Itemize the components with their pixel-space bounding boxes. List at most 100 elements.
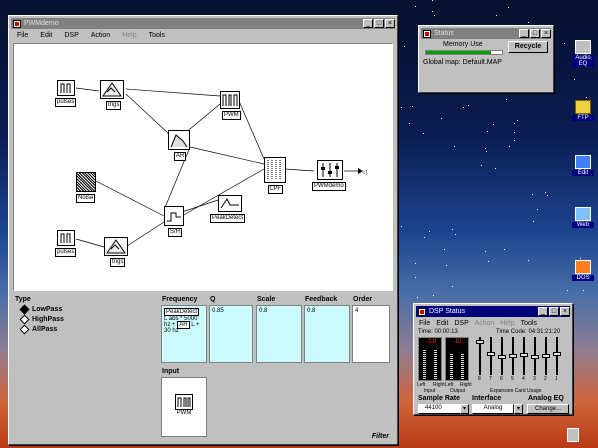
node-label: PWM	[222, 111, 241, 120]
interface-value: Analog	[483, 405, 503, 411]
scale-field[interactable]: 0.8	[256, 305, 302, 363]
expansion-card-usage: 8 7 6 5 4 3 2 1	[475, 337, 567, 382]
menu-edit[interactable]: Edit	[433, 320, 451, 327]
desktop-icon-audio-eq[interactable]: Audio EQ	[572, 40, 594, 67]
node-label: pulses	[55, 248, 77, 257]
main-window-titlebar[interactable]: PWMdemo _ □ ×	[11, 18, 395, 29]
node-ar[interactable]	[168, 130, 190, 150]
output-right-bar	[461, 353, 464, 379]
output-peak-readout: -10.	[452, 339, 464, 345]
card-usage-knob	[520, 353, 528, 357]
radio-allpass[interactable]: AllPass	[19, 324, 64, 335]
pulse-icon	[60, 83, 71, 93]
maximize-button[interactable]: □	[374, 19, 384, 28]
menu-help[interactable]: Help	[116, 32, 142, 39]
frequency-field[interactable]: PeakDetect L abs * 5000 hz + AR L + 30 h…	[161, 305, 207, 363]
recycle-button[interactable]: Recycle	[508, 41, 548, 53]
close-button[interactable]: ×	[385, 19, 395, 28]
minimize-button[interactable]: _	[519, 29, 529, 38]
node-pwm[interactable]	[220, 91, 240, 109]
interface-dropdown-icon[interactable]: ▾	[514, 404, 523, 414]
dos-icon	[575, 260, 591, 274]
card-number-label: 7	[489, 376, 492, 382]
filter-inspector: Type LowPass HighPass AllPass Frequency …	[13, 294, 393, 442]
card-usage-knob	[553, 352, 561, 356]
feedback-field[interactable]: 0.8	[304, 305, 350, 363]
interface-label: Interface	[472, 395, 502, 402]
type-label: Type	[15, 296, 31, 303]
peak-icon	[220, 198, 239, 209]
input-right-bar	[434, 349, 437, 379]
dsp-titlebar[interactable]: DSP Status _ □ ×	[416, 306, 570, 317]
change-button[interactable]: Change...	[527, 404, 569, 414]
dsp-status-window: DSP Status _ □ × File Edit DSP Action He…	[413, 303, 573, 415]
scale-label: Scale	[257, 296, 276, 303]
input-peak-readout: -3.8	[425, 339, 437, 345]
node-label: trigs	[110, 258, 126, 267]
global-map-text: Global map: Default.MAP	[423, 59, 502, 66]
minimize-button[interactable]: _	[363, 19, 373, 28]
dsp-menubar: File Edit DSP Action Help Tools	[416, 318, 570, 329]
node-label: S/H	[168, 228, 183, 237]
node-trigs-2[interactable]	[104, 237, 128, 256]
desktop-icon-ftp[interactable]: FTP	[572, 100, 594, 121]
desktop-icon-dos[interactable]: DOS	[572, 260, 594, 281]
node-sample-hold[interactable]	[164, 206, 184, 226]
close-button[interactable]: ×	[541, 29, 551, 38]
menu-action[interactable]: Action	[472, 320, 497, 327]
radio-lowpass[interactable]: LowPass	[19, 304, 64, 315]
output-left-bar	[450, 353, 453, 379]
svg-text:◁: ◁	[362, 170, 367, 176]
radio-highpass[interactable]: HighPass	[19, 314, 64, 325]
input-left-bar	[423, 349, 426, 379]
menu-tools[interactable]: Tools	[518, 320, 540, 327]
menu-action[interactable]: Action	[85, 32, 116, 39]
interface-select[interactable]: Analog	[472, 404, 514, 414]
main-window-title: PWMdemo	[24, 20, 59, 27]
status-titlebar[interactable]: Status _ □ ×	[421, 28, 551, 39]
pulse-icon	[60, 233, 71, 243]
node-lpf[interactable]	[264, 157, 286, 183]
card-number-label: 6	[500, 376, 503, 382]
node-pulses-2[interactable]	[57, 230, 75, 246]
card-usage-knob	[476, 340, 484, 344]
desktop-icon-edit[interactable]: Edit	[572, 155, 594, 176]
minimize-button[interactable]: _	[538, 307, 548, 316]
card-usage-knob	[542, 354, 550, 358]
main-menubar: File Edit DSP Action Help Tools	[11, 30, 395, 41]
recycle-bin-icon[interactable]	[567, 428, 579, 442]
output-meter: -10.	[445, 337, 469, 381]
desktop-icon-web[interactable]: Web	[572, 207, 594, 228]
node-peakdetect[interactable]	[218, 195, 242, 212]
analog-eq-label: Analog EQ	[528, 395, 564, 402]
maximize-button[interactable]: □	[549, 307, 559, 316]
q-field[interactable]: 0.85	[209, 305, 253, 363]
card-usage-slider-1	[553, 337, 561, 375]
order-field[interactable]: 4	[352, 305, 390, 363]
desktop-icon-label: Audio EQ	[572, 55, 594, 67]
sample-rate-select[interactable]: 44100	[418, 404, 466, 414]
menu-file[interactable]: File	[416, 320, 433, 327]
menu-edit[interactable]: Edit	[34, 32, 58, 39]
frequency-expr: L +	[191, 322, 200, 328]
menu-dsp[interactable]: DSP	[451, 320, 471, 327]
dsp-timecode: Time Code: 04:31:21:20	[496, 329, 561, 335]
card-usage-slider-2	[542, 337, 550, 375]
menu-file[interactable]: File	[11, 32, 34, 39]
menu-tools[interactable]: Tools	[143, 32, 171, 39]
input-field[interactable]: PWM	[161, 377, 207, 437]
status-title: Status	[434, 30, 454, 37]
menu-help[interactable]: Help	[497, 320, 517, 327]
node-pwmdemo[interactable]	[317, 160, 343, 180]
node-noise[interactable]	[76, 172, 96, 192]
maximize-button[interactable]: □	[530, 29, 540, 38]
menu-dsp[interactable]: DSP	[58, 32, 84, 39]
node-pulses-1[interactable]	[57, 80, 75, 96]
patch-canvas[interactable]: ◁ pulses trigs PWM AR Noise PeakDetect S…	[13, 43, 393, 291]
close-button[interactable]: ×	[560, 307, 570, 316]
node-trigs-1[interactable]	[100, 80, 124, 99]
card-usage-slider-4	[520, 337, 528, 375]
sample-rate-dropdown-icon[interactable]: ▾	[460, 404, 469, 414]
sample-rate-label: Sample Rate	[418, 395, 461, 402]
sample-rate-value: 44100	[425, 405, 442, 411]
